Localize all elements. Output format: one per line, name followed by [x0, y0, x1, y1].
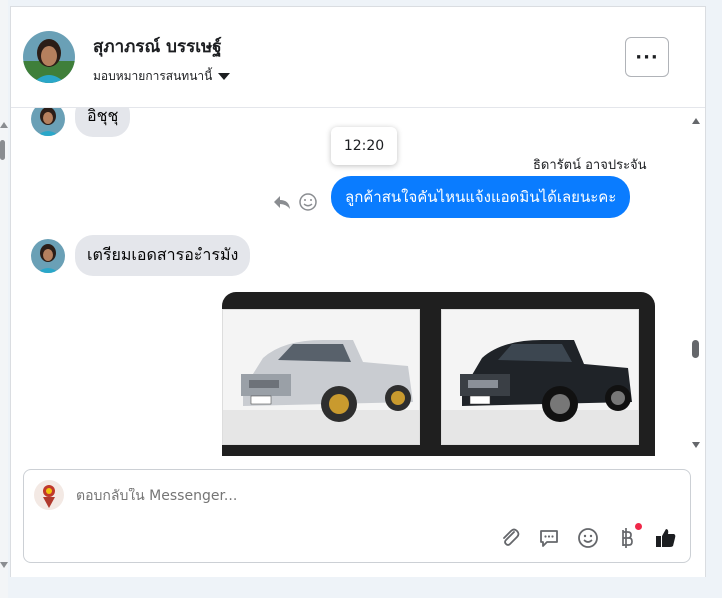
- outgoing-message-bubble[interactable]: ลูกค้าสนใจคันไหนแจ้งแอดมินได้เลยนะคะ: [331, 176, 631, 218]
- message-thread[interactable]: อิชุชุ 12:20 ธิดารัตน์ อาจประจัน ลูกค้าส…: [11, 108, 705, 456]
- assign-conversation-dropdown[interactable]: มอบหมายการสนทนานี้: [93, 67, 231, 86]
- page-avatar: [34, 480, 64, 510]
- thumbs-up-icon[interactable]: [654, 526, 678, 550]
- contact-name: สุภาภรณ์ บรรเษฐ์: [93, 37, 222, 57]
- smiley-react-icon[interactable]: [298, 192, 318, 212]
- paperclip-icon[interactable]: [498, 526, 522, 550]
- contact-avatar[interactable]: [23, 31, 75, 83]
- assign-label: มอบหมายการสนทนานี้: [93, 69, 213, 83]
- contact-avatar-small: [31, 108, 65, 136]
- thread-scroll-down-icon[interactable]: [692, 442, 700, 448]
- more-options-button[interactable]: ···: [625, 37, 669, 77]
- reply-icon[interactable]: [272, 192, 292, 212]
- notification-dot: [635, 523, 642, 530]
- more-dots-icon: ···: [635, 46, 659, 68]
- caret-down-icon: [218, 73, 231, 80]
- conversation-header: สุภาภรณ์ บรรเษฐ์ มอบหมายการสนทนานี้ ···: [11, 7, 705, 108]
- conversation-panel: สุภาภรณ์ บรรเษฐ์ มอบหมายการสนทนานี้ ··· …: [10, 6, 706, 577]
- scroll-up-arrow-icon[interactable]: [0, 122, 8, 128]
- image-attachment[interactable]: [222, 292, 655, 456]
- thread-scroll-up-icon[interactable]: [692, 118, 700, 124]
- truck-photo-silver[interactable]: [222, 309, 420, 445]
- composer-toolbar: [498, 523, 678, 550]
- truck-photo-black[interactable]: [441, 309, 639, 445]
- outer-scrollbar[interactable]: [0, 0, 8, 598]
- reply-input[interactable]: [76, 488, 636, 504]
- emoji-icon[interactable]: [576, 526, 600, 550]
- reply-composer[interactable]: [23, 469, 691, 563]
- baht-icon[interactable]: [615, 523, 642, 550]
- contact-avatar-small: [31, 239, 65, 273]
- scroll-down-arrow-icon[interactable]: [0, 562, 8, 568]
- incoming-message-bubble[interactable]: เตรียมเอดสารอะำรมัง: [75, 235, 251, 276]
- incoming-message-bubble[interactable]: อิชุชุ: [75, 108, 131, 137]
- chat-bubble-icon[interactable]: [537, 526, 561, 550]
- timestamp-tooltip: 12:20: [331, 127, 397, 165]
- thread-scroll-thumb[interactable]: [692, 340, 699, 358]
- sender-name: ธิดารัตน์ อาจประจัน: [533, 158, 647, 173]
- scroll-thumb[interactable]: [0, 140, 5, 160]
